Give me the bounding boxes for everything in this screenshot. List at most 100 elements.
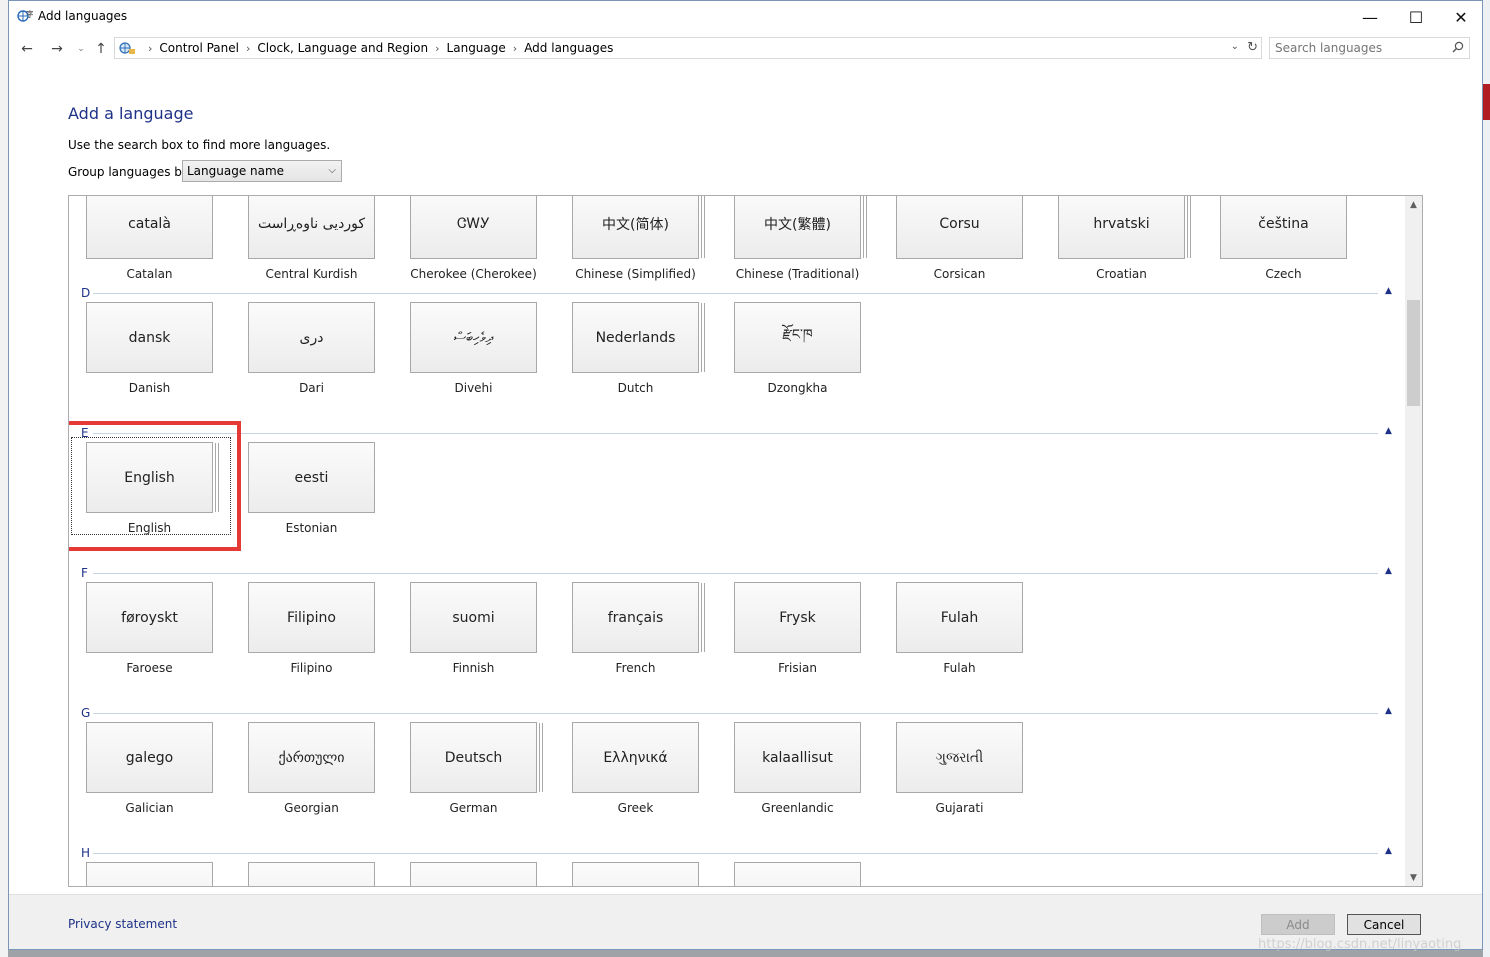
collapse-group-chevron-icon[interactable]: ▲ — [1385, 706, 1392, 716]
language-tile[interactable] — [410, 862, 540, 886]
close-button[interactable]: ✕ — [1438, 1, 1482, 33]
breadcrumb-language[interactable]: Language — [447, 41, 506, 55]
breadcrumb-separator-icon[interactable]: › — [246, 42, 250, 55]
language-tile-label: Estonian — [285, 521, 338, 535]
group-header[interactable]: H ▲ — [81, 846, 1401, 862]
language-tile-native-name: ગુજરાતી — [896, 722, 1023, 793]
language-tile[interactable]: دری Dari — [248, 302, 378, 396]
language-list-panel[interactable]: català Catalan کوردیی ناوەڕاست Central Kurd… — [68, 195, 1423, 887]
language-tile-native-name: 中文(简体) — [572, 196, 699, 259]
language-tile[interactable]: føroyskt Faroese — [86, 582, 216, 676]
language-tile[interactable] — [572, 862, 702, 886]
scrollbar-thumb[interactable] — [1407, 300, 1420, 406]
language-tile[interactable]: རྫོང་ཁ Dzongkha — [734, 302, 864, 396]
privacy-statement-link[interactable]: Privacy statement — [68, 917, 177, 931]
language-tile[interactable]: ދިވެހިބަސް Divehi — [410, 302, 540, 396]
language-tile-label: Galician — [125, 801, 174, 815]
language-tile-native-name — [86, 862, 213, 886]
language-tile[interactable]: français French — [572, 582, 702, 676]
forward-arrow-icon[interactable]: → — [47, 39, 67, 59]
language-tile[interactable]: 中文(简体) Chinese (Simplified) — [572, 196, 702, 282]
up-arrow-icon[interactable]: ↑ — [91, 39, 111, 59]
collapse-group-chevron-icon[interactable]: ▲ — [1385, 286, 1392, 296]
language-tile[interactable] — [248, 862, 378, 886]
group-divider — [93, 433, 1378, 434]
search-hint-text: Use the search box to find more language… — [68, 138, 331, 152]
language-tile-label: Dzongkha — [767, 381, 828, 395]
recent-locations-chevron-icon[interactable]: ⌄ — [71, 39, 91, 59]
search-icon[interactable] — [1452, 41, 1464, 53]
breadcrumb-clock-language-region[interactable]: Clock, Language and Region — [257, 41, 428, 55]
language-tile-label: German — [449, 801, 498, 815]
background-window-left — [0, 0, 8, 957]
chevron-down-icon: ⌵ — [328, 165, 336, 176]
language-tile-native-name: čeština — [1220, 196, 1347, 259]
language-tile-native-name: galego — [86, 722, 213, 793]
maximize-button[interactable]: ☐ — [1393, 1, 1439, 33]
language-tile-label: Gujarati — [935, 801, 984, 815]
language-tile-native-name: دری — [248, 302, 375, 373]
svg-text:字: 字 — [26, 9, 33, 19]
language-tile[interactable]: dansk Danish — [86, 302, 216, 396]
language-tile-label: Frisian — [778, 661, 817, 675]
group-letter: H — [81, 846, 91, 860]
language-tile[interactable]: Fulah Fulah — [896, 582, 1026, 676]
language-tile-native-name — [572, 862, 699, 886]
group-by-select[interactable]: Language name ⌵ — [182, 160, 342, 182]
language-tile[interactable]: ქართული Georgian — [248, 722, 378, 816]
language-tile[interactable]: čeština Czech — [1220, 196, 1350, 282]
language-tile-native-name: ქართული — [248, 722, 375, 793]
language-tile-native-name: català — [86, 196, 213, 259]
language-tile[interactable]: Ελληνικά Greek — [572, 722, 702, 816]
language-tile[interactable]: kalaallisut Greenlandic — [734, 722, 864, 816]
language-tile[interactable]: Nederlands Dutch — [572, 302, 702, 396]
cancel-button[interactable]: Cancel — [1347, 914, 1421, 935]
title-bar: 字 Add languages — ☐ ✕ — [9, 1, 1482, 33]
group-header[interactable]: E ▲ — [81, 426, 1401, 442]
group-header[interactable]: F ▲ — [81, 566, 1401, 582]
vertical-scrollbar[interactable]: ▲ ▼ — [1405, 196, 1422, 886]
language-tile-label: Greek — [617, 801, 654, 815]
address-dropdown-chevron-icon[interactable]: ⌄ — [1231, 41, 1239, 52]
collapse-group-chevron-icon[interactable]: ▲ — [1385, 846, 1392, 856]
search-input[interactable] — [1275, 41, 1445, 55]
minimize-button[interactable]: — — [1347, 1, 1393, 33]
language-tile[interactable]: ગુજરાતી Gujarati — [896, 722, 1026, 816]
language-tile[interactable]: Deutsch German — [410, 722, 540, 816]
breadcrumb-separator-icon[interactable]: › — [513, 42, 517, 55]
group-letter: G — [81, 706, 91, 720]
language-tile[interactable]: català Catalan — [86, 196, 216, 282]
language-tile[interactable] — [86, 862, 216, 886]
group-divider — [93, 573, 1378, 574]
search-box[interactable] — [1269, 37, 1470, 59]
group-letter: D — [81, 286, 91, 300]
language-tile-native-name: ދިވެހިބަސް — [410, 302, 537, 373]
collapse-group-chevron-icon[interactable]: ▲ — [1385, 566, 1392, 576]
language-tile[interactable]: ᏣᎳᎩ Cherokee (Cherokee) — [410, 196, 540, 282]
group-header[interactable]: G ▲ — [81, 706, 1401, 722]
breadcrumb-control-panel[interactable]: Control Panel — [159, 41, 239, 55]
collapse-group-chevron-icon[interactable]: ▲ — [1385, 426, 1392, 436]
language-tile[interactable]: کوردیی ناوەڕاست Central Kurdish — [248, 196, 378, 282]
breadcrumb-separator-icon[interactable]: › — [435, 42, 439, 55]
language-tile[interactable]: hrvatski Croatian — [1058, 196, 1188, 282]
add-button[interactable]: Add — [1261, 914, 1335, 935]
language-tile[interactable]: suomi Finnish — [410, 582, 540, 676]
group-header[interactable]: D ▲ — [81, 286, 1401, 302]
scroll-down-arrow-icon[interactable]: ▼ — [1405, 869, 1422, 886]
refresh-icon[interactable]: ↻ — [1247, 40, 1258, 55]
breadcrumb-add-languages[interactable]: Add languages — [524, 41, 613, 55]
language-tile[interactable]: 中文(繁體) Chinese (Traditional) — [734, 196, 864, 282]
control-panel-icon — [119, 42, 135, 54]
language-tile[interactable]: Frysk Frisian — [734, 582, 864, 676]
back-arrow-icon[interactable]: ← — [17, 39, 37, 59]
language-tile[interactable]: Corsu Corsican — [896, 196, 1026, 282]
language-tile[interactable]: eesti Estonian — [248, 442, 378, 536]
scroll-up-arrow-icon[interactable]: ▲ — [1405, 196, 1422, 213]
address-bar[interactable]: › Control Panel › Clock, Language and Re… — [114, 37, 1262, 59]
language-tile-native-name: Frysk — [734, 582, 861, 653]
language-tile[interactable] — [734, 862, 864, 886]
language-tile[interactable]: Filipino Filipino — [248, 582, 378, 676]
language-tile[interactable]: galego Galician — [86, 722, 216, 816]
language-tile-native-name: føroyskt — [86, 582, 213, 653]
